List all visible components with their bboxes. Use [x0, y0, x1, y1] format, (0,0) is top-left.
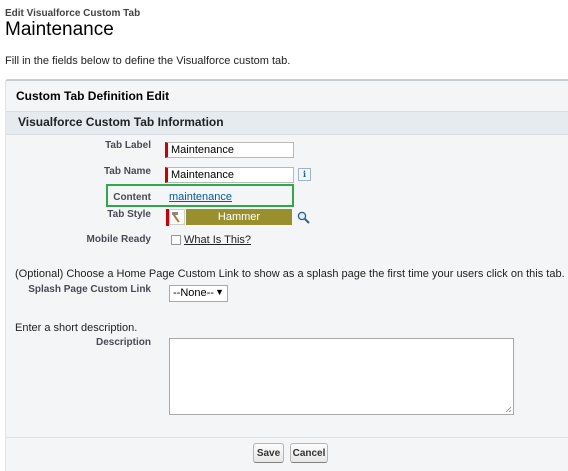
tab-name-input[interactable] — [165, 167, 294, 183]
info-icon[interactable]: i — [298, 168, 311, 181]
page-title: Maintenance — [5, 19, 114, 40]
tab-label-input[interactable] — [165, 142, 294, 158]
page-subtitle: Edit Visualforce Custom Tab — [5, 8, 141, 19]
section-title: Visualforce Custom Tab Information — [18, 115, 224, 129]
save-button[interactable]: Save — [253, 443, 284, 463]
tab-name-label: Tab Name — [103, 166, 151, 177]
magnifier-icon[interactable] — [297, 211, 310, 224]
footer-divider — [6, 437, 568, 438]
what-is-this-link[interactable]: What Is This? — [184, 234, 251, 246]
tab-style-label: Tab Style — [107, 209, 151, 220]
content-label: Content — [113, 192, 151, 203]
splash-page-label: Splash Page Custom Link — [28, 284, 151, 295]
mobile-ready-label: Mobile Ready — [86, 234, 151, 245]
intro-text: Fill in the fields below to define the V… — [5, 55, 291, 67]
description-label: Description — [95, 337, 151, 348]
tab-style-swatch[interactable]: Hammer — [186, 209, 292, 225]
panel-title: Custom Tab Definition Edit — [16, 89, 170, 103]
hammer-icon — [169, 209, 185, 225]
description-textarea[interactable] — [169, 338, 514, 415]
mobile-ready-checkbox[interactable] — [171, 235, 181, 245]
splash-help-text: (Optional) Choose a Home Page Custom Lin… — [15, 268, 565, 280]
splash-page-selected: --None-- — [173, 287, 214, 299]
resize-grip-icon[interactable] — [505, 406, 512, 413]
splash-page-select[interactable]: --None-- ▼ — [169, 285, 228, 302]
cancel-button[interactable]: Cancel — [290, 443, 328, 463]
content-link[interactable]: maintenance — [169, 191, 232, 203]
tab-label-label: Tab Label — [105, 140, 151, 151]
dropdown-arrow-icon: ▼ — [215, 287, 224, 297]
description-intro: Enter a short description. — [15, 322, 138, 334]
